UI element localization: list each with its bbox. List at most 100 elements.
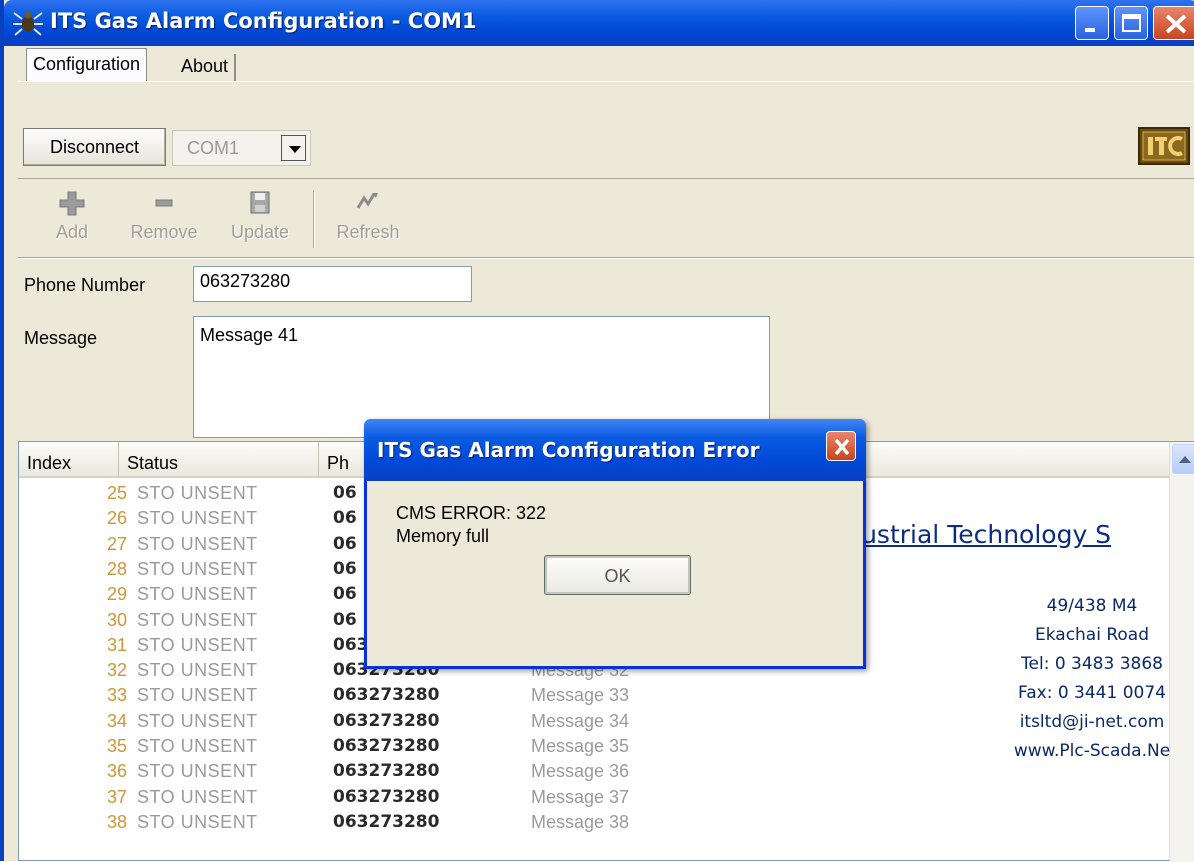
row-message: Message 33 xyxy=(531,685,630,706)
tab-configuration[interactable]: Configuration xyxy=(26,48,148,82)
update-button[interactable]: Update xyxy=(220,190,300,252)
row-status: STO UNSENT xyxy=(137,710,258,731)
close-button[interactable] xyxy=(1153,6,1194,40)
phone-number-label: Phone Number xyxy=(24,275,146,295)
its-logo xyxy=(1138,127,1190,165)
row-index: 31 xyxy=(106,634,127,655)
tab-strip: Configuration About xyxy=(8,46,1194,82)
maximize-icon xyxy=(1122,14,1141,32)
row-status: STO UNSENT xyxy=(137,660,258,681)
table-row[interactable]: 33 STO UNSENT 063273280 Message 33 xyxy=(19,685,719,708)
row-phone: 063273280 xyxy=(333,710,440,731)
row-phone: 063273280 xyxy=(333,736,440,756)
row-index: 32 xyxy=(106,660,127,681)
row-message: Message 34 xyxy=(531,710,630,731)
minimize-icon xyxy=(1085,28,1095,32)
table-row[interactable]: 36 STO UNSENT 063273280 Message 36 xyxy=(19,761,719,784)
com-port-select[interactable]: COM1 xyxy=(172,130,311,166)
tab-divider xyxy=(18,81,1194,82)
row-index: 38 xyxy=(106,811,127,832)
row-index: 25 xyxy=(106,483,127,503)
row-phone: 06 xyxy=(333,508,357,529)
update-label: Update xyxy=(230,222,290,242)
disconnect-button[interactable]: Disconnect xyxy=(23,128,166,166)
dialog-title: ITS Gas Alarm Configuration Error xyxy=(377,438,760,462)
row-message: Message 37 xyxy=(531,786,630,807)
row-index: 36 xyxy=(106,761,127,782)
table-row[interactable]: 34 STO UNSENT 063273280 Message 34 xyxy=(19,711,719,734)
chevron-down-icon[interactable] xyxy=(281,135,306,161)
column-header-status[interactable]: Status xyxy=(119,442,319,478)
toolbar-bottom-border xyxy=(18,257,1194,259)
row-status: STO UNSENT xyxy=(137,736,258,756)
toolbar-top-border xyxy=(18,178,1194,179)
row-status: STO UNSENT xyxy=(137,634,258,655)
remove-label: Remove xyxy=(130,222,198,242)
row-status: STO UNSENT xyxy=(137,584,258,605)
row-status: STO UNSENT xyxy=(137,483,258,503)
row-index: 34 xyxy=(106,710,127,731)
row-phone: 06 xyxy=(333,558,357,579)
dialog-close-button[interactable] xyxy=(826,431,856,461)
row-status: STO UNSENT xyxy=(137,685,258,706)
ok-button[interactable]: OK xyxy=(544,555,691,595)
maximize-button[interactable] xyxy=(1114,6,1148,40)
minimize-button[interactable] xyxy=(1075,6,1109,40)
error-dialog: ITS Gas Alarm Configuration Error CMS ER… xyxy=(364,419,866,669)
tab-about[interactable]: About xyxy=(175,54,237,82)
dialog-title-bar[interactable]: ITS Gas Alarm Configuration Error xyxy=(364,419,866,481)
row-status: STO UNSENT xyxy=(137,533,258,554)
row-status: STO UNSENT xyxy=(137,811,258,832)
company-phone: Tel: 0 3483 3868 xyxy=(1021,654,1163,674)
row-status: STO UNSENT xyxy=(137,761,258,782)
company-email: itsltd@ji-net.com xyxy=(1019,712,1165,732)
main-window: ITS Gas Alarm Configuration - COM1 Confi… xyxy=(0,0,1194,862)
message-label: Message xyxy=(24,328,98,348)
scroll-up-button[interactable] xyxy=(1172,444,1194,474)
column-header-index[interactable]: Index xyxy=(19,442,119,478)
add-label: Add xyxy=(55,222,89,242)
company-address-line: 49/438 M4 xyxy=(1046,596,1138,616)
row-index: 26 xyxy=(106,508,127,529)
title-bar[interactable]: ITS Gas Alarm Configuration - COM1 xyxy=(4,0,1194,46)
phone-number-field[interactable]: 063273280 xyxy=(193,266,472,302)
row-message: Message 36 xyxy=(531,761,630,782)
bug-icon xyxy=(12,9,44,37)
row-index: 33 xyxy=(106,685,127,706)
table-row[interactable]: 37 STO UNSENT 063273280 Message 37 xyxy=(19,787,719,810)
table-row[interactable]: 35 STO UNSENT 063273280 Message 35 xyxy=(19,736,719,759)
refresh-label: Refresh xyxy=(336,222,400,242)
company-fax: Fax: 0 3441 0074 xyxy=(1018,683,1166,703)
row-message: Message 38 xyxy=(531,811,630,832)
row-message: Message 35 xyxy=(531,736,630,756)
toolbar-divider xyxy=(313,190,315,248)
row-status: STO UNSENT xyxy=(137,609,258,630)
row-status: STO UNSENT xyxy=(137,558,258,579)
row-phone: 06 xyxy=(333,533,357,554)
table-row[interactable]: 38 STO UNSENT 063273280 Message 38 xyxy=(19,812,719,835)
row-index: 35 xyxy=(106,736,127,756)
row-status: STO UNSENT xyxy=(137,786,258,807)
row-status: STO UNSENT xyxy=(137,508,258,529)
close-icon xyxy=(834,438,850,456)
row-phone: 06 xyxy=(333,483,357,503)
error-message-code: CMS ERROR: 322 xyxy=(396,503,547,523)
remove-button[interactable]: Remove xyxy=(118,190,210,252)
close-icon xyxy=(1165,14,1187,34)
plus-icon xyxy=(44,190,100,216)
add-button[interactable]: Add xyxy=(44,190,100,252)
row-index: 30 xyxy=(106,609,127,630)
company-address-line: Ekachai Road xyxy=(1034,625,1150,645)
vertical-scrollbar[interactable] xyxy=(1169,442,1194,862)
row-phone: 063273280 xyxy=(333,786,440,807)
row-index: 37 xyxy=(106,786,127,807)
row-phone: 063273280 xyxy=(333,685,440,706)
refresh-button[interactable]: Refresh xyxy=(326,190,410,252)
row-phone: 06 xyxy=(333,609,357,630)
window-title: ITS Gas Alarm Configuration - COM1 xyxy=(50,9,477,33)
company-website: www.Plc-Scada.Ne xyxy=(1013,741,1171,761)
refresh-icon xyxy=(326,190,410,216)
floppy-disk-icon xyxy=(220,190,300,216)
row-index: 27 xyxy=(106,533,127,554)
row-phone: 06 xyxy=(333,584,357,605)
